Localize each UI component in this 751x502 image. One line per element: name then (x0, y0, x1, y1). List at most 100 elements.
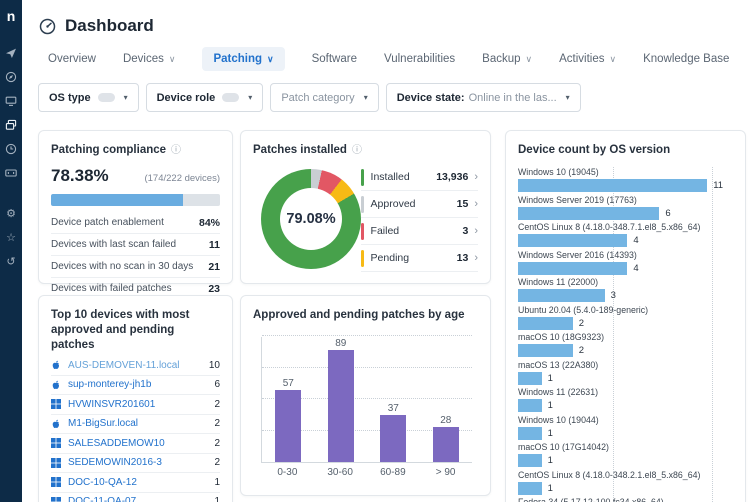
app-logo[interactable]: n (7, 8, 16, 24)
os-bar-value: 11 (713, 180, 723, 191)
os-bar-line: 4 (518, 262, 733, 275)
device-name-link[interactable]: M1-BigSur.local (68, 418, 214, 429)
stat-value: 21 (208, 261, 220, 273)
send-icon[interactable] (5, 46, 18, 59)
os-bar[interactable] (518, 344, 573, 357)
os-bar-value: 3 (611, 290, 616, 301)
os-bar-line: 1 (518, 372, 733, 385)
device-name-link[interactable]: HVWINSVR201601 (68, 399, 214, 410)
filter-device-role[interactable]: Device role▾ (146, 83, 264, 112)
legend-row-pending[interactable]: Pending13› (361, 245, 478, 272)
os-bar-value: 1 (548, 428, 553, 439)
devices-icon[interactable] (5, 94, 18, 107)
chevron-down-icon: ▾ (566, 93, 570, 102)
tab-vulnerabilities[interactable]: Vulnerabilities (384, 47, 455, 71)
age-bar-value: 89 (335, 338, 346, 349)
os-bar-row: Windows 11 (22631)1 (518, 387, 733, 412)
tab-activities[interactable]: Activities∨ (559, 47, 616, 71)
os-bar[interactable] (518, 372, 542, 385)
device-name-link[interactable]: DOC-10-QA-12 (68, 477, 214, 488)
tab-knowledge-base[interactable]: Knowledge Base (643, 47, 729, 71)
os-bar[interactable] (518, 262, 627, 275)
os-bar[interactable] (518, 317, 573, 330)
os-bar-label: Windows 10 (19045) (518, 167, 733, 178)
clock-icon[interactable] (5, 142, 18, 155)
age-bar[interactable] (275, 390, 301, 462)
age-bar[interactable] (328, 350, 354, 462)
star-icon[interactable]: ☆ (5, 232, 18, 245)
compliance-stat-row: Device patch enablement84% (51, 212, 220, 234)
device-patch-count: 1 (214, 496, 220, 502)
chevron-right-icon: › (474, 225, 478, 237)
legend-color-bar (361, 250, 364, 267)
device-name-link[interactable]: SALESADDEMOW10 (68, 438, 214, 449)
nav-tabs: OverviewDevices∨Patching∨SoftwareVulnera… (22, 36, 751, 71)
os-bar[interactable] (518, 207, 659, 220)
filter-value-pill (222, 93, 239, 102)
compass-icon[interactable] (5, 70, 18, 83)
windows-icon (51, 477, 62, 488)
chevron-down-icon: ∨ (267, 54, 274, 65)
age-bar[interactable] (433, 427, 459, 462)
ticket-icon[interactable] (5, 166, 18, 179)
os-bar[interactable] (518, 427, 542, 440)
os-bar[interactable] (518, 454, 542, 467)
tab-label: Devices (123, 53, 164, 65)
tab-overview[interactable]: Overview (48, 47, 96, 71)
gear-icon[interactable]: ⚙ (5, 208, 18, 221)
os-bar[interactable] (518, 289, 605, 302)
filter-patch-category[interactable]: Patch category▾ (270, 83, 378, 112)
os-bar[interactable] (518, 234, 627, 247)
filter-label: Patch category (281, 92, 354, 104)
os-bar-row: CentOS Linux 8 (4.18.0-348.7.1.el8_5.x86… (518, 222, 733, 247)
os-bar-line: 6 (518, 207, 733, 220)
device-row: HVWINSVR2016012 (51, 395, 220, 415)
tab-backup[interactable]: Backup∨ (482, 47, 532, 71)
donut-hole: 79.08% (280, 188, 342, 250)
tab-software[interactable]: Software (312, 47, 357, 71)
device-row: AUS-DEMOVEN-11.local10 (51, 356, 220, 376)
stat-value: 23 (208, 283, 220, 295)
os-bar-line: 11 (518, 179, 733, 192)
device-name-link[interactable]: sup-monterey-jh1b (68, 379, 214, 390)
os-bar[interactable] (518, 179, 707, 192)
device-name-link[interactable]: SEDEMOWIN2016-3 (68, 457, 214, 468)
card-title: Approved and pending patches by age (253, 308, 465, 323)
age-bar[interactable] (380, 415, 406, 462)
os-bar-row: macOS 10 (17G14042)1 (518, 442, 733, 467)
os-bar[interactable] (518, 399, 542, 412)
os-bar-line: 1 (518, 482, 733, 495)
os-bar-row: Windows 10 (19044) 1 (518, 415, 733, 440)
info-icon[interactable]: ⓘ (171, 146, 181, 156)
device-name-link[interactable]: DOC-11-QA-07 (68, 496, 214, 502)
device-patch-count: 2 (214, 399, 220, 410)
os-bar-line: 1 (518, 454, 733, 467)
os-bar-label: Ubuntu 20.04 (5.4.0-189-generic) (518, 305, 733, 316)
legend-row-installed[interactable]: Installed13,936› (361, 164, 478, 191)
card-title: Top 10 devices with most approved and pe… (51, 308, 220, 353)
os-bar-label: Windows 10 (19044) (518, 415, 733, 426)
tab-label: Software (312, 53, 357, 65)
apple-icon (51, 379, 62, 390)
os-bar-row: CentOS Linux 8 (4.18.0-348.2.1.el8_5.x86… (518, 470, 733, 495)
os-bar-label: macOS 10 (18G9323) (518, 332, 733, 343)
history-icon[interactable]: ↺ (5, 256, 18, 269)
grid-line (262, 335, 472, 336)
tab-devices[interactable]: Devices∨ (123, 47, 176, 71)
chevron-right-icon: › (474, 198, 478, 210)
os-bar-row: Windows Server 2019 (17763)6 (518, 195, 733, 220)
apple-icon (51, 418, 62, 429)
legend-row-approved[interactable]: Approved15› (361, 191, 478, 218)
windows-stack-icon[interactable] (5, 118, 18, 131)
tab-patching[interactable]: Patching∨ (202, 47, 284, 71)
device-name-link[interactable]: AUS-DEMOVEN-11.local (68, 360, 209, 371)
legend-row-failed[interactable]: Failed3› (361, 218, 478, 245)
patches-donut-chart[interactable]: 79.08% (261, 169, 361, 269)
tab-label: Vulnerabilities (384, 53, 455, 65)
os-bar-value: 2 (579, 345, 584, 356)
filter-os-type[interactable]: OS type▾ (38, 83, 139, 112)
os-bar[interactable] (518, 482, 542, 495)
card-title: Patching compliance (51, 143, 166, 158)
filter-device-state[interactable]: Device state:Online in the las...▾ (386, 83, 581, 112)
info-icon[interactable]: ⓘ (352, 146, 362, 156)
